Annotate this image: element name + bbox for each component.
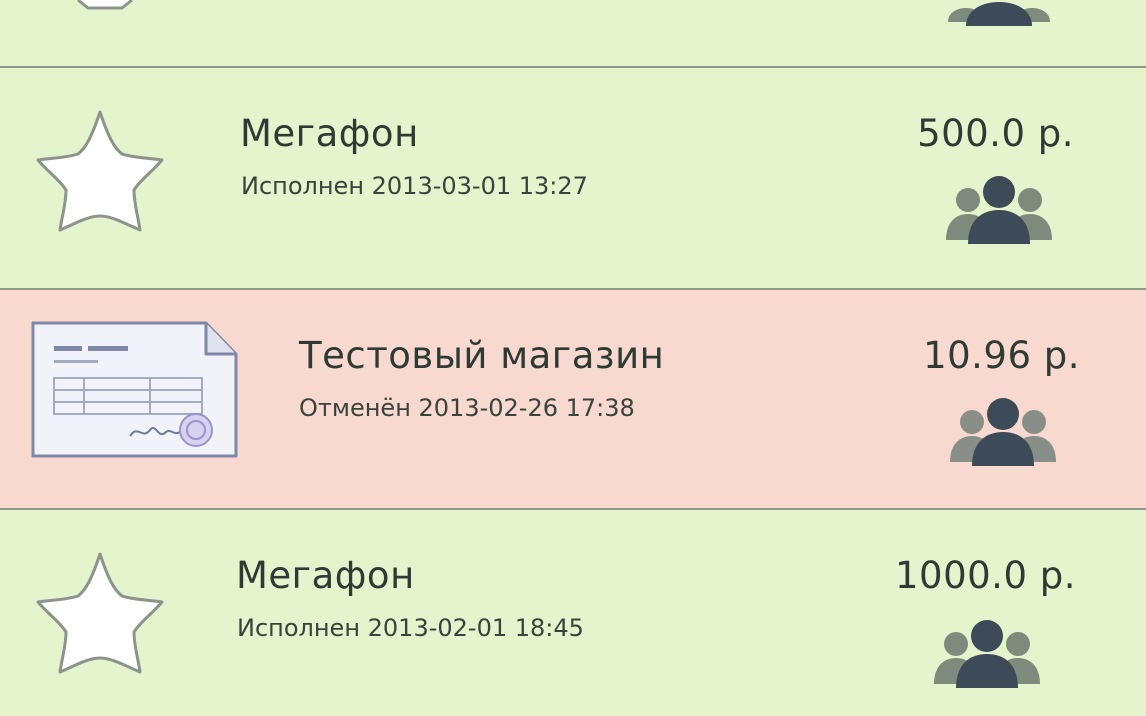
- group-icon[interactable]: [944, 172, 1054, 246]
- transaction-row[interactable]: Тестовый магазин Отменён 2013-02-26 17:3…: [0, 290, 1146, 508]
- group-icon[interactable]: [948, 394, 1058, 468]
- transaction-status: Исполнен 2013-02-01 18:45: [237, 614, 584, 642]
- transaction-status: Отменён 2013-02-26 17:38: [299, 394, 635, 422]
- group-icon[interactable]: [944, 0, 1054, 30]
- group-icon[interactable]: [932, 616, 1042, 690]
- star-icon[interactable]: [30, 106, 170, 236]
- transaction-row[interactable]: Мегафон Исполнен 2013-02-01 18:45 1000.0…: [0, 510, 1146, 716]
- transaction-row[interactable]: [0, 0, 1146, 66]
- invoice-document-icon[interactable]: [30, 320, 240, 460]
- transaction-amount: 1000.0 р.: [895, 554, 1076, 597]
- star-icon[interactable]: [30, 0, 170, 30]
- transaction-row[interactable]: Мегафон Исполнен 2013-03-01 13:27 500.0 …: [0, 68, 1146, 288]
- transaction-status: Исполнен 2013-03-01 13:27: [241, 172, 588, 200]
- star-icon[interactable]: [30, 548, 170, 678]
- merchant-title: Мегафон: [240, 112, 419, 155]
- transaction-amount: 500.0 р.: [917, 112, 1074, 155]
- transaction-list: Мегафон Исполнен 2013-03-01 13:27 500.0 …: [0, 0, 1146, 716]
- merchant-title: Тестовый магазин: [299, 334, 665, 377]
- merchant-title: Мегафон: [236, 554, 415, 597]
- transaction-amount: 10.96 р.: [923, 334, 1080, 377]
